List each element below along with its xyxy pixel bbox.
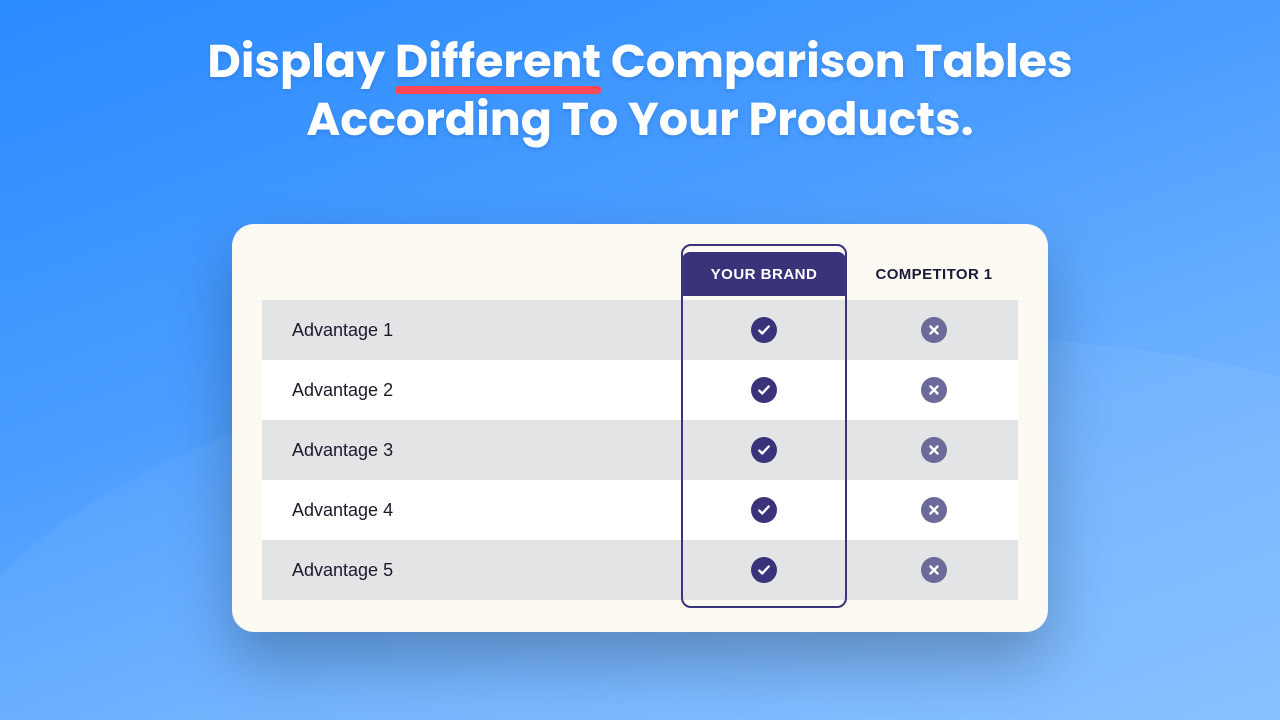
headline-highlight: Different bbox=[395, 34, 601, 92]
table-row: Advantage 5 bbox=[262, 540, 1018, 600]
promo-slide: Display Different Comparison Tables Acco… bbox=[0, 0, 1280, 720]
brand-cell bbox=[682, 317, 846, 343]
feature-cell: Advantage 2 bbox=[262, 380, 682, 401]
cross-icon bbox=[921, 497, 947, 523]
feature-cell: Advantage 1 bbox=[262, 320, 682, 341]
competitor-cell bbox=[854, 317, 1014, 343]
headline: Display Different Comparison Tables Acco… bbox=[0, 0, 1280, 149]
competitor-cell bbox=[854, 557, 1014, 583]
feature-cell: Advantage 3 bbox=[262, 440, 682, 461]
headline-pre: Display bbox=[207, 30, 395, 94]
comparison-card: YOUR BRAND COMPETITOR 1 Advantage 1Advan… bbox=[232, 224, 1048, 632]
table-row: Advantage 1 bbox=[262, 300, 1018, 360]
check-icon bbox=[751, 317, 777, 343]
header-brand-cell: YOUR BRAND bbox=[682, 252, 846, 296]
competitor-cell bbox=[854, 497, 1014, 523]
brand-cell bbox=[682, 557, 846, 583]
header-competitor-cell: COMPETITOR 1 bbox=[854, 252, 1014, 296]
cross-icon bbox=[921, 437, 947, 463]
headline-line2: According To Your Products. bbox=[306, 88, 973, 152]
table-row: Advantage 2 bbox=[262, 360, 1018, 420]
table-body: Advantage 1 Advantage 2 Advantage 3 Advanta… bbox=[262, 300, 1018, 600]
header-feature-cell bbox=[262, 252, 682, 296]
cross-icon bbox=[921, 317, 947, 343]
feature-cell: Advantage 5 bbox=[262, 560, 682, 581]
table-header-row: YOUR BRAND COMPETITOR 1 bbox=[262, 252, 1018, 296]
check-icon bbox=[751, 377, 777, 403]
competitor-cell bbox=[854, 437, 1014, 463]
competitor-cell bbox=[854, 377, 1014, 403]
brand-cell bbox=[682, 437, 846, 463]
table-row: Advantage 4 bbox=[262, 480, 1018, 540]
check-icon bbox=[751, 497, 777, 523]
comparison-table: YOUR BRAND COMPETITOR 1 Advantage 1Advan… bbox=[262, 252, 1018, 602]
headline-post: Comparison Tables bbox=[601, 30, 1073, 94]
brand-cell bbox=[682, 497, 846, 523]
check-icon bbox=[751, 557, 777, 583]
brand-cell bbox=[682, 377, 846, 403]
cross-icon bbox=[921, 377, 947, 403]
feature-cell: Advantage 4 bbox=[262, 500, 682, 521]
cross-icon bbox=[921, 557, 947, 583]
check-icon bbox=[751, 437, 777, 463]
table-row: Advantage 3 bbox=[262, 420, 1018, 480]
